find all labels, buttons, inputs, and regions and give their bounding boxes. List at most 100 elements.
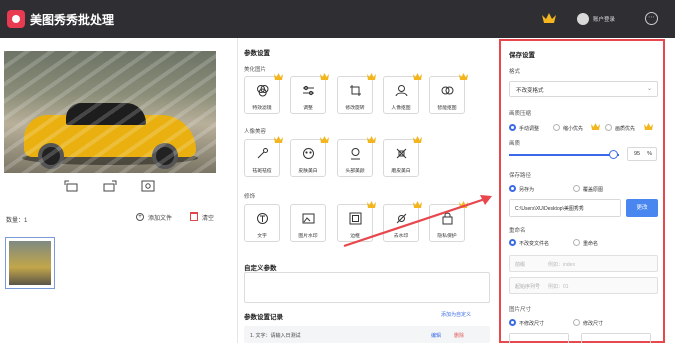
radio-resize[interactable]: [573, 319, 580, 326]
record-text: 1. 文字：请输入日测试: [250, 333, 301, 339]
annotation-arrow: [343, 195, 492, 248]
vip-crown-icon: [274, 136, 283, 143]
thumbnail-image: [9, 241, 51, 285]
watermark-overlay: [4, 51, 216, 173]
add-custom-link[interactable]: 添加为自定义: [441, 311, 471, 318]
prefix-placeholder: 例如：index: [548, 262, 575, 268]
radio-rename[interactable]: [573, 239, 580, 246]
compress-option-manual[interactable]: 手动调整: [519, 125, 539, 132]
radio-save-as[interactable]: [509, 185, 516, 192]
tool-card-crop-rotate[interactable]: 修改旋转: [337, 73, 376, 114]
radio-size-first[interactable]: [553, 124, 560, 131]
tool-label: 修改旋转: [345, 106, 365, 111]
format-select[interactable]: 不改变格式 ⌄: [509, 81, 658, 97]
tool-card-smart-cutout[interactable]: 智能抠图: [429, 73, 468, 114]
chevron-down-icon: ⌄: [646, 86, 652, 92]
custom-params-title: 自定义参数: [244, 265, 277, 272]
tool-card-portrait-cutout[interactable]: 人像抠图: [383, 73, 422, 114]
tool-label: 图片水印: [298, 234, 318, 239]
image-watermark-icon: [302, 213, 315, 224]
save-settings-title: 保存设置: [509, 52, 535, 59]
rename-label: 重命名: [509, 228, 526, 234]
vip-crown-icon: [413, 136, 422, 143]
tool-card-head-beauty[interactable]: 头部美颜: [337, 136, 376, 177]
tool-label: 调整: [303, 106, 313, 111]
avatar[interactable]: [577, 13, 589, 25]
prefix-field[interactable]: 前缀 例如：index: [509, 255, 658, 272]
vip-crown-icon: [320, 136, 329, 143]
rename-option-keep[interactable]: 不改变文件名: [519, 240, 549, 247]
tool-card-smooth-skin[interactable]: 磨皮美白: [383, 136, 422, 177]
radio-quality-first[interactable]: [605, 124, 612, 131]
smart-cutout-icon: [441, 86, 454, 95]
quality-value: 95: [634, 151, 641, 157]
custom-params-area[interactable]: [244, 272, 490, 303]
path-option-overwrite[interactable]: 覆盖原图: [583, 186, 603, 193]
radio-keep-size[interactable]: [509, 319, 516, 326]
vip-crown-icon: [644, 123, 653, 130]
params-title: 参数设置: [244, 50, 270, 57]
rename-option-rename[interactable]: 重命名: [583, 240, 598, 247]
preview-eye-icon[interactable]: [141, 180, 155, 192]
size-option-resize[interactable]: 修改尺寸: [583, 320, 603, 327]
more-menu-icon[interactable]: ⋯: [645, 12, 658, 25]
skin-whiten-icon: [303, 148, 314, 159]
smooth-skin-icon: [396, 148, 407, 159]
app-logo-icon: [7, 10, 25, 28]
login-link[interactable]: 账户登录: [593, 15, 615, 23]
radio-keep-name[interactable]: [509, 239, 516, 246]
head-beauty-icon: [351, 148, 360, 160]
save-path-value: C:\Users\XU\Desktop\美图秀秀: [515, 206, 584, 212]
quality-unit: %: [647, 151, 652, 157]
save-path-field[interactable]: C:\Users\XU\Desktop\美图秀秀: [509, 199, 621, 217]
height-input[interactable]: [581, 333, 651, 343]
size-option-keep[interactable]: 不修改尺寸: [519, 320, 544, 327]
radio-overwrite[interactable]: [573, 185, 580, 192]
compress-label: 画质压缩: [509, 111, 532, 117]
trash-icon[interactable]: [190, 212, 198, 221]
quality-slider-handle[interactable]: [609, 150, 618, 159]
rotate-left-icon[interactable]: [64, 180, 78, 192]
file-count: 数量：1: [6, 218, 28, 224]
tool-card-acne-remove[interactable]: 祛斑祛痘: [244, 136, 283, 177]
tool-card-skin-whiten[interactable]: 皮肤美白: [290, 136, 329, 177]
group-label-beautify: 美化图片: [244, 67, 267, 73]
tool-card-text[interactable]: 文字: [244, 204, 280, 242]
compress-option-quality-first[interactable]: 画质优先: [615, 125, 635, 132]
filter-icon: [257, 85, 269, 97]
record-title: 参数设置记录: [244, 314, 283, 321]
prefix-label: 前缀: [515, 262, 526, 268]
tool-label: 皮肤美白: [298, 169, 318, 174]
image-thumbnail[interactable]: [5, 237, 55, 289]
start-number-field[interactable]: 起始序列号 例如：01: [509, 277, 658, 294]
radio-manual[interactable]: [509, 124, 516, 131]
quality-slider-track: [509, 154, 619, 156]
tool-card-filter[interactable]: 特效滤镜: [244, 73, 283, 114]
rotate-right-icon[interactable]: [103, 180, 117, 192]
width-input[interactable]: [509, 333, 569, 343]
clear-button[interactable]: 清空: [202, 213, 214, 222]
record-delete-link[interactable]: 删除: [454, 332, 464, 339]
acne-remove-icon: [257, 148, 268, 159]
add-file-icon[interactable]: +: [136, 213, 144, 221]
change-path-button[interactable]: 更改: [626, 199, 658, 217]
vip-crown-icon: [591, 123, 600, 130]
tool-label: 智能抠图: [437, 106, 457, 111]
tool-card-image-watermark[interactable]: 图片水印: [290, 204, 326, 242]
vip-crown-icon[interactable]: [541, 11, 557, 25]
add-file-button[interactable]: 添加文件: [148, 213, 172, 222]
text-icon: [257, 213, 268, 224]
portrait-cutout-icon: [395, 85, 408, 97]
crop-rotate-icon: [350, 85, 361, 96]
compress-option-size-first[interactable]: 缩小优先: [563, 125, 583, 132]
path-option-save-as[interactable]: 另存为: [519, 186, 534, 193]
format-value: 不改变格式: [516, 88, 544, 94]
image-preview: [4, 51, 216, 173]
quality-input[interactable]: 95 %: [627, 147, 657, 161]
start-number-label: 起始序列号: [515, 284, 541, 290]
tool-label: 头部美颜: [345, 169, 365, 174]
record-edit-link[interactable]: 编辑: [431, 332, 441, 339]
vip-crown-icon: [274, 73, 283, 80]
tool-card-adjust[interactable]: 调整: [290, 73, 329, 114]
app-title: 美图秀秀批处理: [30, 13, 115, 27]
